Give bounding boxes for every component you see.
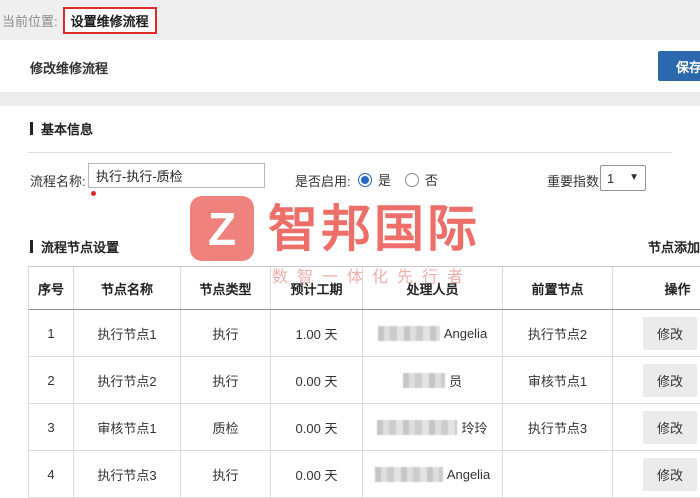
header-duration: 预计工期 [271, 267, 363, 309]
handler-name: 员 [449, 371, 462, 390]
cell-actions: 修改 [613, 357, 700, 403]
table-row: 1 执行节点1 执行 1.00 天 Angelia 执行节点2 修改 [28, 310, 700, 357]
cell-prev-node [503, 451, 613, 497]
cell-duration: 0.00 天 [271, 451, 363, 497]
page-title: 修改维修流程 [30, 58, 108, 77]
importance-select[interactable]: 1 ▼ [600, 165, 646, 191]
modify-button[interactable]: 修改 [643, 411, 697, 444]
enabled-label: 是否启用: [295, 171, 351, 190]
header-no: 序号 [29, 267, 74, 309]
modify-button[interactable]: 修改 [643, 458, 697, 491]
table-row: 4 执行节点3 执行 0.00 天 Angelia 修改 [28, 451, 700, 498]
section-title-bar [30, 240, 33, 253]
cell-node-name: 审核节点1 [74, 404, 181, 450]
brand-logo-icon: Z [190, 196, 254, 261]
cell-prev-node: 执行节点2 [503, 310, 613, 356]
table-row: 2 执行节点2 执行 0.00 天 员 审核节点1 修改 [28, 357, 700, 404]
importance-label: 重要指数: [547, 171, 603, 190]
cell-duration: 0.00 天 [271, 404, 363, 450]
handler-name: 玲玲 [461, 418, 487, 437]
save-button[interactable]: 保存 [658, 51, 700, 81]
radio-yes[interactable] [358, 173, 372, 187]
section-title-bar [30, 122, 33, 135]
cell-node-type: 执行 [181, 451, 271, 497]
header-node-name: 节点名称 [74, 267, 181, 309]
cell-no: 3 [29, 404, 74, 450]
header-actions: 操作 [613, 267, 700, 309]
breadcrumb: 当前位置: 设置维修流程 [0, 0, 700, 40]
handler-name: Angelia [444, 326, 487, 341]
breadcrumb-label: 当前位置: [2, 11, 58, 30]
section-divider-band [0, 92, 700, 106]
modify-button[interactable]: 修改 [643, 364, 697, 397]
cell-actions: 修改 [613, 404, 700, 450]
cell-node-type: 执行 [181, 357, 271, 403]
importance-value: 1 [607, 171, 614, 186]
table-header-row: 序号 节点名称 节点类型 预计工期 处理人员 前置节点 操作 [28, 266, 700, 310]
radio-no[interactable] [405, 173, 419, 187]
cell-handler: Angelia [363, 451, 503, 497]
cell-prev-node: 审核节点1 [503, 357, 613, 403]
cell-no: 1 [29, 310, 74, 356]
chevron-down-icon: ▼ [629, 173, 639, 183]
divider-line [28, 152, 672, 153]
basic-info-section-title: 基本信息 [30, 119, 93, 138]
cell-node-name: 执行节点1 [74, 310, 181, 356]
table-row: 3 审核节点1 质检 0.00 天 玲玲 执行节点3 修改 [28, 404, 700, 451]
privacy-blur-block [375, 467, 443, 482]
header-prev-node: 前置节点 [503, 267, 613, 309]
brand-name: 智邦国际 [268, 204, 480, 254]
header-node-type: 节点类型 [181, 267, 271, 309]
header-handler: 处理人员 [363, 267, 503, 309]
cell-handler: 员 [363, 357, 503, 403]
cell-actions: 修改 [613, 451, 700, 497]
breadcrumb-current: 设置维修流程 [63, 7, 157, 34]
modify-button[interactable]: 修改 [643, 317, 697, 350]
add-node-button[interactable]: 节点添加 [648, 237, 700, 256]
cell-node-type: 执行 [181, 310, 271, 356]
toolbar: 修改维修流程 保存 [0, 40, 700, 92]
cell-actions: 修改 [613, 310, 700, 356]
cell-node-type: 质检 [181, 404, 271, 450]
cell-node-name: 执行节点2 [74, 357, 181, 403]
nodes-section-title: 流程节点设置 [30, 237, 119, 256]
table-body: 1 执行节点1 执行 1.00 天 Angelia 执行节点2 修改 2 执行节… [28, 310, 700, 498]
privacy-blur-block [377, 420, 457, 435]
cell-no: 4 [29, 451, 74, 497]
cell-prev-node: 执行节点3 [503, 404, 613, 450]
cell-duration: 1.00 天 [271, 310, 363, 356]
process-name-input[interactable] [88, 163, 265, 188]
cell-handler: Angelia [363, 310, 503, 356]
privacy-blur-block [403, 373, 445, 388]
cell-handler: 玲玲 [363, 404, 503, 450]
required-marker [91, 191, 96, 196]
cell-duration: 0.00 天 [271, 357, 363, 403]
radio-yes-label[interactable]: 是 [378, 170, 391, 189]
cell-node-name: 执行节点3 [74, 451, 181, 497]
nodes-table: 序号 节点名称 节点类型 预计工期 处理人员 前置节点 操作 1 执行节点1 执… [28, 266, 700, 498]
process-name-label: 流程名称: [30, 171, 86, 190]
privacy-blur-block [378, 326, 440, 341]
handler-name: Angelia [447, 467, 490, 482]
enabled-radio-group: 是 否 [358, 170, 446, 189]
radio-no-label[interactable]: 否 [425, 170, 438, 189]
cell-no: 2 [29, 357, 74, 403]
